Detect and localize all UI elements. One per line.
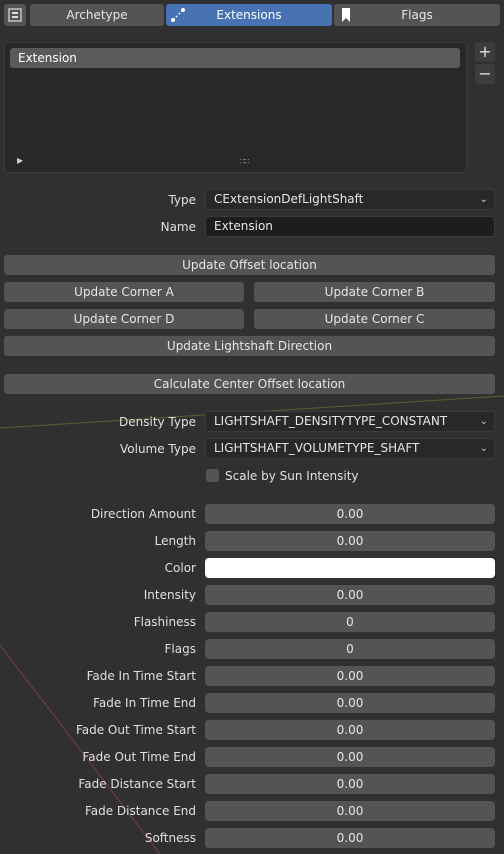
tab-extensions[interactable]: Extensions xyxy=(166,4,332,26)
scale-by-sun-label: Scale by Sun Intensity xyxy=(225,469,359,483)
fade-out-start-field[interactable]: 0.00 xyxy=(205,720,495,740)
direction-amount-label: Direction Amount xyxy=(90,507,196,521)
update-corner-a-button[interactable]: Update Corner A xyxy=(4,282,244,302)
tab-extensions-label: Extensions xyxy=(216,8,282,22)
density-type-label: Density Type xyxy=(119,415,196,429)
minus-icon: − xyxy=(478,64,492,83)
intensity-label: Intensity xyxy=(143,588,196,602)
type-value: CExtensionDefLightShaft xyxy=(214,192,364,206)
type-dropdown[interactable]: CExtensionDefLightShaft ⌄ xyxy=(205,189,495,210)
panel-menu-icon[interactable] xyxy=(4,4,26,26)
fade-distance-end-field[interactable]: 0.00 xyxy=(205,801,495,821)
flashiness-field[interactable]: 0 xyxy=(205,612,495,632)
fade-in-start-label: Fade In Time Start xyxy=(86,669,196,683)
scale-by-sun-checkbox[interactable] xyxy=(206,469,219,482)
fade-distance-start-field[interactable]: 0.00 xyxy=(205,774,495,794)
update-corner-d-button[interactable]: Update Corner D xyxy=(4,309,244,329)
bookmark-icon xyxy=(338,7,354,23)
direction-amount-field[interactable]: 0.00 xyxy=(205,504,495,524)
plus-icon: + xyxy=(478,42,492,61)
extensions-icon xyxy=(170,7,186,23)
density-type-value: LIGHTSHAFT_DENSITYTYPE_CONSTANT xyxy=(214,414,448,428)
extension-list[interactable]: Extension ▶ ∷∷ xyxy=(4,42,467,173)
tab-archetype-label: Archetype xyxy=(66,8,128,22)
fade-in-start-field[interactable]: 0.00 xyxy=(205,666,495,686)
fade-out-end-label: Fade Out Time End xyxy=(82,750,196,764)
intensity-field[interactable]: 0.00 xyxy=(205,585,495,605)
volume-type-label: Volume Type xyxy=(119,442,196,456)
update-corner-b-button[interactable]: Update Corner B xyxy=(254,282,495,302)
name-label: Name xyxy=(160,220,196,234)
tab-flags-label: Flags xyxy=(401,8,433,22)
density-type-dropdown[interactable]: LIGHTSHAFT_DENSITYTYPE_CONSTANT ⌄ xyxy=(205,411,495,432)
softness-label: Softness xyxy=(144,831,196,845)
update-lightshaft-direction-button[interactable]: Update Lightshaft Direction xyxy=(4,336,495,356)
remove-extension-button[interactable]: − xyxy=(475,64,495,84)
chevron-down-icon: ⌄ xyxy=(479,416,488,427)
fade-in-end-field[interactable]: 0.00 xyxy=(205,693,495,713)
add-extension-button[interactable]: + xyxy=(475,42,495,62)
color-label: Color xyxy=(164,561,196,575)
list-item-label: Extension xyxy=(18,51,77,65)
softness-field[interactable]: 0.00 xyxy=(205,828,495,848)
fade-out-end-field[interactable]: 0.00 xyxy=(205,747,495,767)
tab-archetype[interactable]: Archetype xyxy=(30,4,164,26)
list-item[interactable]: Extension xyxy=(10,48,460,68)
name-field[interactable]: Extension xyxy=(205,216,495,237)
name-value: Extension xyxy=(214,219,273,233)
flags-label: Flags xyxy=(164,642,196,656)
fade-out-start-label: Fade Out Time Start xyxy=(75,723,196,737)
fade-in-end-label: Fade In Time End xyxy=(93,696,196,710)
triangle-right-icon[interactable]: ▶ xyxy=(17,156,23,165)
calculate-center-offset-button[interactable]: Calculate Center Offset location xyxy=(4,374,495,394)
color-swatch[interactable] xyxy=(205,558,495,578)
volume-type-value: LIGHTSHAFT_VOLUMETYPE_SHAFT xyxy=(214,441,420,455)
length-field[interactable]: 0.00 xyxy=(205,531,495,551)
volume-type-dropdown[interactable]: LIGHTSHAFT_VOLUMETYPE_SHAFT ⌄ xyxy=(205,438,495,459)
update-offset-button[interactable]: Update Offset location xyxy=(4,255,495,275)
chevron-down-icon: ⌄ xyxy=(479,194,488,205)
type-label: Type xyxy=(168,193,196,207)
length-label: Length xyxy=(154,534,196,548)
grip-dots-icon[interactable]: ∷∷ xyxy=(240,157,249,166)
fade-distance-end-label: Fade Distance End xyxy=(84,804,196,818)
flashiness-label: Flashiness xyxy=(133,615,196,629)
fade-distance-start-label: Fade Distance Start xyxy=(78,777,196,791)
tab-flags[interactable]: Flags xyxy=(334,4,500,26)
flags-field[interactable]: 0 xyxy=(205,639,495,659)
chevron-down-icon: ⌄ xyxy=(479,443,488,454)
update-corner-c-button[interactable]: Update Corner C xyxy=(254,309,495,329)
